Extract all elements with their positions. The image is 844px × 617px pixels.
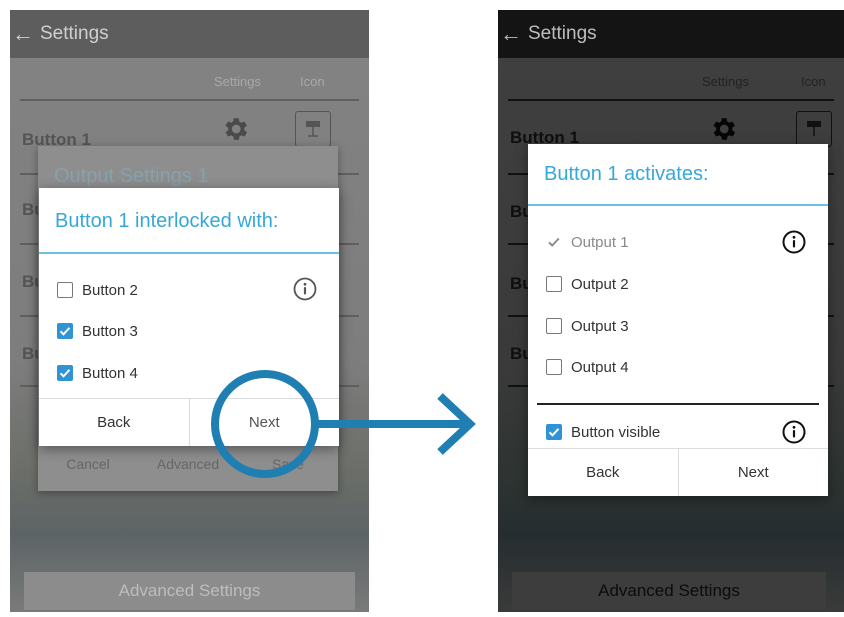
interlock-dialog: Button 1 interlocked with: Button 2 Butt… [39, 188, 339, 446]
option-label: Button 4 [82, 364, 138, 382]
option-button-2[interactable]: Button 2 [57, 276, 321, 304]
checkbox-checked[interactable] [546, 424, 562, 440]
advanced-settings-button[interactable]: Advanced Settings [512, 572, 826, 610]
light-switch-icon [807, 121, 821, 136]
dialog-footer: Back Next [528, 448, 828, 496]
advanced-button[interactable]: Advanced [138, 456, 238, 472]
option-output-1: Output 1 [546, 228, 810, 256]
option-output-2[interactable]: Output 2 [546, 270, 810, 298]
dialog-title: Button 1 activates: [544, 163, 709, 185]
option-label: Output 1 [571, 233, 629, 251]
output-settings-title: Output Settings 1 [54, 165, 209, 187]
dialog-title-divider [528, 204, 828, 206]
checkbox[interactable] [546, 318, 562, 334]
activates-dialog: Button 1 activates: Output 1 Output 2 Ou… [528, 144, 828, 496]
dialog-title-divider [39, 252, 339, 254]
check-icon [548, 428, 560, 437]
next-button[interactable]: Next [188, 399, 340, 446]
button-icon-preview[interactable] [796, 111, 832, 147]
option-label: Output 3 [571, 317, 629, 335]
back-button[interactable]: Back [528, 449, 678, 496]
back-arrow-icon[interactable]: ← [12, 21, 34, 47]
option-label: Button 2 [82, 281, 138, 299]
checkbox-checked[interactable] [57, 365, 73, 381]
option-output-4[interactable]: Output 4 [546, 353, 810, 381]
option-button-3[interactable]: Button 3 [57, 317, 321, 345]
column-header-settings: Settings [702, 74, 749, 89]
back-arrow-icon[interactable]: ← [500, 21, 522, 47]
column-header-icon: Icon [801, 74, 826, 89]
divider [508, 99, 834, 101]
option-output-3[interactable]: Output 3 [546, 312, 810, 340]
arrow-icon [437, 393, 476, 455]
app-bar: ← Settings [498, 10, 844, 58]
button-icon-preview[interactable] [295, 111, 331, 147]
advanced-settings-button[interactable]: Advanced Settings [24, 572, 355, 610]
app-bar-title: Settings [40, 23, 109, 44]
back-button[interactable]: Back [39, 399, 189, 446]
option-label: Button 3 [82, 322, 138, 340]
checkbox[interactable] [546, 276, 562, 292]
option-button-4[interactable]: Button 4 [57, 359, 321, 387]
next-button[interactable]: Next [677, 449, 829, 496]
info-icon[interactable] [782, 420, 806, 444]
column-header-settings: Settings [214, 74, 261, 89]
checkbox-checked[interactable] [57, 323, 73, 339]
column-header-icon: Icon [300, 74, 325, 89]
divider [20, 99, 359, 101]
option-button-visible[interactable]: Button visible [546, 418, 810, 446]
right-screen: ← Settings Settings Icon Button 1 Bu Bu … [498, 10, 844, 612]
check-icon [548, 237, 560, 247]
option-label: Output 4 [571, 358, 629, 376]
checkbox-checked-disabled [546, 234, 562, 250]
dialog-footer: Back Next [39, 398, 339, 446]
light-switch-icon [306, 121, 320, 137]
gear-icon[interactable] [708, 114, 738, 144]
checkbox[interactable] [546, 359, 562, 375]
gear-icon[interactable] [220, 114, 250, 144]
app-bar: ← Settings [10, 10, 369, 58]
section-divider [537, 403, 819, 405]
left-screen: ← Settings Settings Icon Button 1 Bu Bu … [10, 10, 369, 612]
info-icon[interactable] [782, 230, 806, 254]
save-button[interactable]: Save [238, 456, 338, 472]
check-icon [59, 369, 71, 378]
option-label: Output 2 [571, 275, 629, 293]
cancel-button[interactable]: Cancel [38, 456, 138, 472]
check-icon [59, 327, 71, 336]
output-settings-footer: Cancel Advanced Save [38, 456, 338, 472]
app-bar-title: Settings [528, 23, 597, 44]
checkbox[interactable] [57, 282, 73, 298]
option-label: Button visible [571, 423, 661, 441]
dialog-title: Button 1 interlocked with: [55, 210, 279, 232]
info-icon[interactable] [293, 277, 317, 301]
